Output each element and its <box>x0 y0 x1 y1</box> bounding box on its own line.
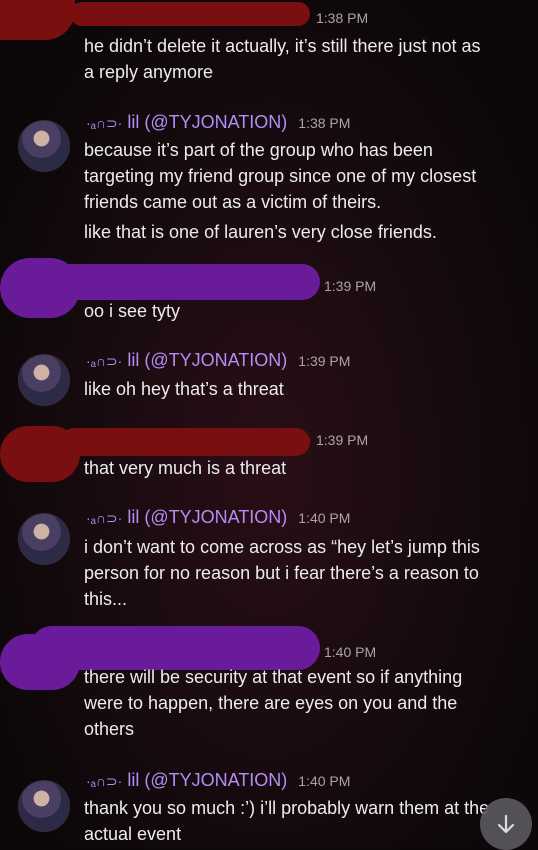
message-line: a reply anymore <box>84 62 214 82</box>
author-name[interactable]: lil (@TYJONATION) <box>127 507 287 527</box>
author-prefix: ·ₐ∩⊃· <box>86 115 123 131</box>
message-time: 1:38 PM <box>316 10 369 26</box>
message-line: this... <box>84 589 128 609</box>
message-line: thank you so much :’) i’ll probably warn… <box>84 798 490 818</box>
redacted-avatar-red <box>0 0 75 40</box>
author-name-row: ·ₐ∩⊃· lil (@TYJONATION) 1:40 PM <box>86 507 350 528</box>
author-name[interactable]: lil (@TYJONATION) <box>127 770 287 790</box>
message-line: like oh hey that’s a threat <box>84 379 284 399</box>
message-text: thank you so much :’) i’ll probably warn… <box>84 795 524 847</box>
scroll-to-bottom-button[interactable] <box>480 798 532 850</box>
author-name[interactable]: lil (@TYJONATION) <box>127 350 287 370</box>
message-line: actual event <box>84 824 182 844</box>
message-text: i don’t want to come across as “hey let’… <box>84 534 524 612</box>
author-name-row: ·ₐ∩⊃· lil (@TYJONATION) 1:38 PM <box>86 112 350 133</box>
message-time: 1:40 PM <box>298 773 351 789</box>
message-time: 1:39 PM <box>316 432 369 448</box>
message-line: there will be security at that event so … <box>84 667 463 687</box>
message-time: 1:40 PM <box>324 644 377 660</box>
author-name-row: ·ₐ∩⊃· lil (@TYJONATION) 1:40 PM <box>86 770 350 791</box>
message-line: that very much is a threat <box>84 458 287 478</box>
message-time: 1:38 PM <box>298 115 351 131</box>
message-text: oo i see tyty <box>84 298 524 324</box>
message-line: person for no reason but i fear there’s … <box>84 563 479 583</box>
avatar[interactable] <box>18 354 70 406</box>
redacted-author-red <box>70 2 310 26</box>
message-line: others <box>84 719 135 739</box>
arrow-down-icon <box>497 814 515 834</box>
message-text: like oh hey that’s a threat <box>84 376 524 402</box>
author-prefix: ·ₐ∩⊃· <box>86 773 123 789</box>
message-line: targeting my friend group since one of m… <box>84 166 477 186</box>
message-text: that very much is a threat <box>84 455 524 481</box>
message-text: he didn’t delete it actually, it’s still… <box>84 33 524 85</box>
message-text: there will be security at that event so … <box>84 664 524 742</box>
author-name-row: ·ₐ∩⊃· lil (@TYJONATION) 1:39 PM <box>86 350 350 371</box>
redacted-author-red <box>60 428 310 456</box>
message-line: because it’s part of the group who has b… <box>84 140 433 160</box>
message-text: because it’s part of the group who has b… <box>84 137 524 245</box>
author-name[interactable]: lil (@TYJONATION) <box>127 112 287 132</box>
message-line: friends came out as a victim of theirs. <box>84 192 382 212</box>
author-prefix: ·ₐ∩⊃· <box>86 353 123 369</box>
author-prefix: ·ₐ∩⊃· <box>86 510 123 526</box>
message-time: 1:39 PM <box>324 278 377 294</box>
message-time: 1:40 PM <box>298 510 351 526</box>
avatar[interactable] <box>18 120 70 172</box>
message-line: like that is one of lauren’s very close … <box>84 222 437 242</box>
message-line: were to happen, there are eyes on you an… <box>84 693 458 713</box>
avatar[interactable] <box>18 513 70 565</box>
message-line: he didn’t delete it actually, it’s still… <box>84 36 481 56</box>
avatar[interactable] <box>18 780 70 832</box>
message-line: oo i see tyty <box>84 301 181 321</box>
message-time: 1:39 PM <box>298 353 351 369</box>
redacted-author-purple <box>40 264 320 300</box>
message-line: i don’t want to come across as “hey let’… <box>84 537 480 557</box>
